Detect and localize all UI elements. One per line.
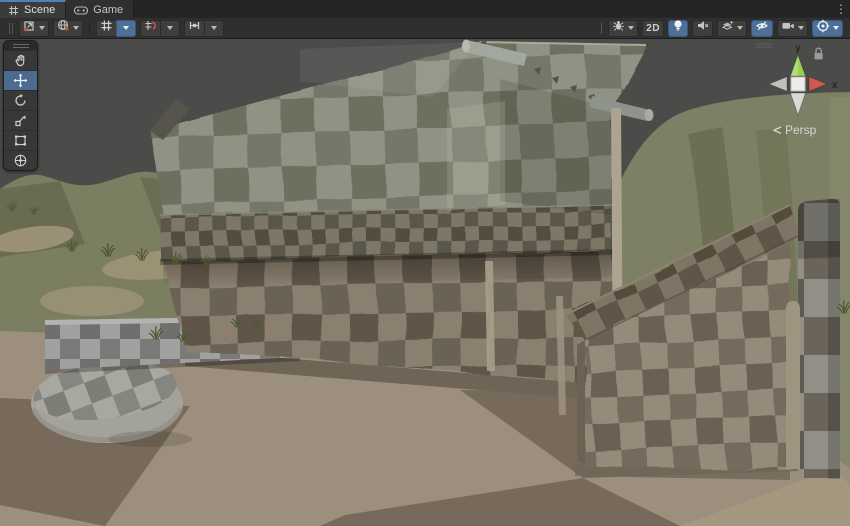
axis-y-label: y <box>795 43 801 54</box>
dropdown-caret <box>167 26 173 30</box>
gizmo-axis-down-cone[interactable] <box>791 93 806 115</box>
rotate-arrows-icon <box>13 93 28 108</box>
effects-toggle-button[interactable] <box>717 20 747 37</box>
tool-scale[interactable] <box>4 110 37 130</box>
view-options-cluster: 2D <box>597 20 845 37</box>
move-arrows-icon <box>13 73 28 88</box>
pivot-square-arrow-icon <box>23 19 36 37</box>
scene-lighting-toggle[interactable] <box>668 20 688 37</box>
axis-x-label: x <box>832 80 838 91</box>
tool-view-hand[interactable] <box>4 50 37 70</box>
dropdown-caret <box>798 26 804 30</box>
bug-icon <box>612 19 625 37</box>
tool-transform[interactable] <box>4 150 37 170</box>
speaker-muted-icon <box>696 19 709 37</box>
scene-view-toolbar: 2D <box>0 18 850 39</box>
scene-gizmo-overlay: y x Persp <box>754 42 846 142</box>
eye-slash-icon <box>755 19 769 37</box>
snap-settings-group <box>140 20 180 37</box>
snap-settings-button[interactable] <box>140 20 160 37</box>
tool-settings-group <box>19 20 49 37</box>
handle-orientation-button[interactable] <box>53 20 83 37</box>
tab-bar: Scene Game ⋮ <box>0 0 850 18</box>
dropdown-caret <box>833 26 839 30</box>
tool-rect[interactable] <box>4 130 37 150</box>
overlay-drag-handle[interactable] <box>601 23 602 34</box>
unity-scene-view-window: Scene Game ⋮ <box>0 0 850 526</box>
increment-snap-group <box>184 20 224 37</box>
grid-visibility-dropdown[interactable] <box>116 20 136 37</box>
grid-visibility-button[interactable] <box>96 20 116 37</box>
padlock-icon[interactable] <box>815 48 823 59</box>
tools-overlay-drag-handle[interactable] <box>4 41 37 50</box>
camera-settings-button[interactable] <box>777 20 808 37</box>
gizmos-toggle-button[interactable] <box>812 20 843 37</box>
projection-label: Persp <box>785 123 817 137</box>
globe-icon <box>57 19 70 37</box>
grid-visibility-group <box>96 20 136 37</box>
grid-snap-magnet-icon <box>144 19 157 37</box>
tool-rotate[interactable] <box>4 90 37 110</box>
grid-icon <box>100 19 113 37</box>
orientation-group <box>53 20 83 37</box>
dropdown-caret <box>628 26 634 30</box>
layers-sparkle-icon <box>721 19 734 37</box>
scene-viewport[interactable]: y x Persp <box>0 39 850 526</box>
2d-toggle-label: 2D <box>646 23 660 34</box>
scene-visibility-toggle[interactable] <box>751 20 773 37</box>
tools-overlay <box>3 40 38 171</box>
snap-settings-dropdown[interactable] <box>160 20 180 37</box>
hand-icon <box>13 53 28 68</box>
increment-snap-icon <box>188 19 201 37</box>
light-bulb-icon <box>672 19 684 37</box>
tab-scene[interactable]: Scene <box>0 0 66 18</box>
pivot-mode-button[interactable] <box>19 20 49 37</box>
tab-scene-label: Scene <box>24 4 55 16</box>
tab-game[interactable]: Game <box>66 0 134 18</box>
crosshair-sphere-icon <box>816 19 830 38</box>
gamepad-icon <box>74 6 88 15</box>
scene-debug-button[interactable] <box>608 20 638 37</box>
gizmo-drag-handle <box>756 44 772 47</box>
dropdown-caret <box>39 26 45 30</box>
gizmo-center-cube[interactable] <box>791 77 805 91</box>
tab-bar-spacer <box>134 0 832 18</box>
dropdown-caret <box>123 26 129 30</box>
dropdown-caret <box>737 26 743 30</box>
dropdown-caret <box>211 26 217 30</box>
gizmo-axis-x-cone[interactable] <box>809 77 827 91</box>
increment-snap-button[interactable] <box>184 20 204 37</box>
gizmo-axis-y-cone[interactable] <box>791 55 806 76</box>
audio-toggle[interactable] <box>692 20 713 37</box>
video-camera-icon <box>781 19 795 37</box>
tab-game-label: Game <box>93 4 123 16</box>
toolbar-separator <box>89 22 90 34</box>
kebab-menu-icon[interactable]: ⋮ <box>832 0 850 18</box>
projection-toggle[interactable]: Persp <box>774 123 817 137</box>
dropdown-caret <box>73 26 79 30</box>
rect-handles-icon <box>13 133 28 148</box>
scale-arrow-icon <box>13 113 28 128</box>
scene-canvas[interactable] <box>0 39 850 526</box>
scene-grid-icon <box>8 5 19 16</box>
tool-move[interactable] <box>4 70 37 90</box>
increment-snap-dropdown[interactable] <box>204 20 224 37</box>
2d-view-toggle[interactable]: 2D <box>642 20 664 37</box>
overlay-drag-handle[interactable] <box>9 23 13 34</box>
gizmo-axis-left-cone[interactable] <box>769 77 787 91</box>
transform-sphere-icon <box>13 153 28 168</box>
